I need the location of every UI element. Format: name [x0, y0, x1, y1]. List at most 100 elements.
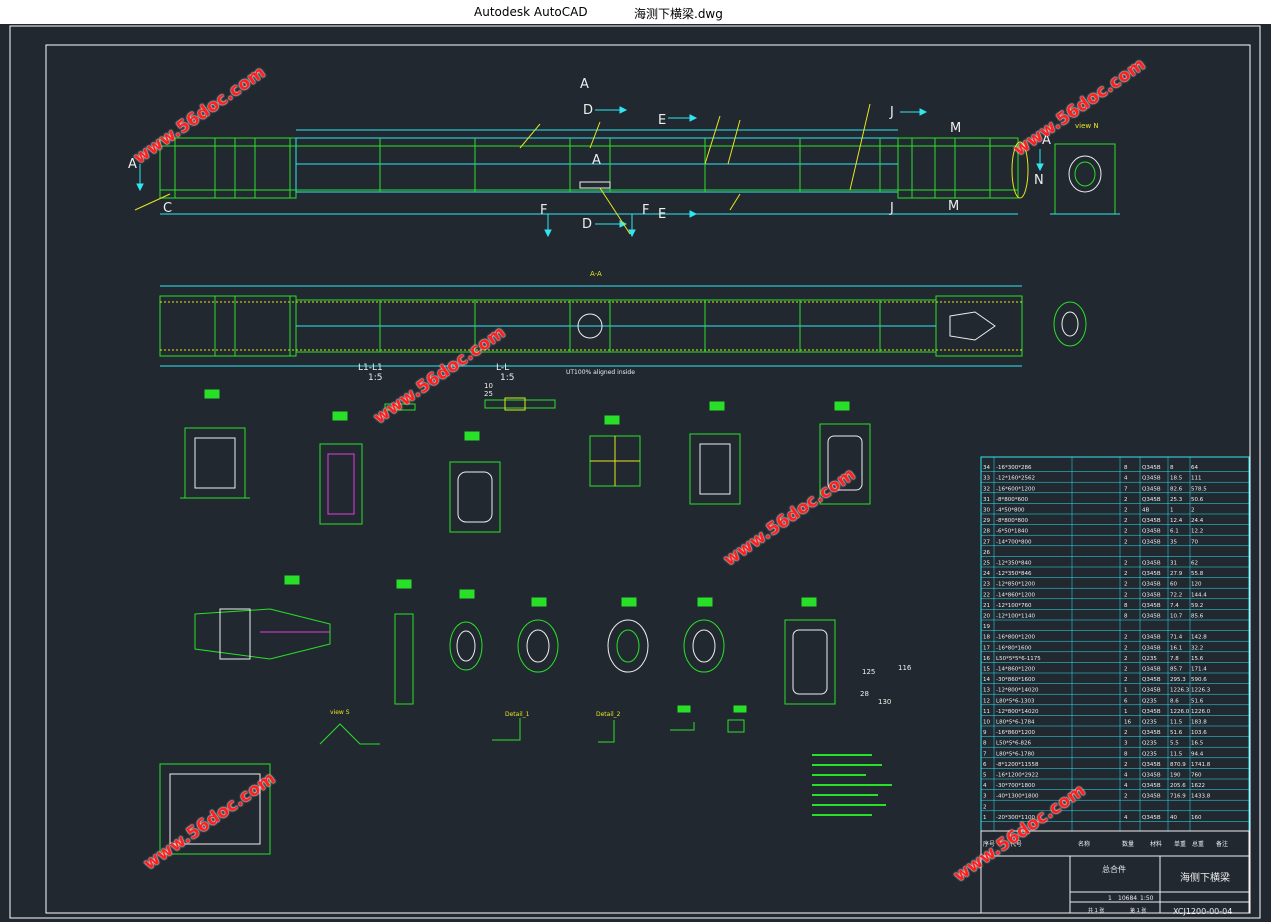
bom-name: -40*1300*1800	[996, 794, 1039, 800]
bom-unit-weight: 295.3	[1170, 677, 1186, 683]
bom-no: 13	[983, 688, 990, 694]
bom-material: Q235	[1142, 698, 1157, 704]
bom-material: Q345B	[1142, 730, 1161, 736]
bom-material: Q345B	[1142, 529, 1161, 535]
svg-text:1:5: 1:5	[500, 373, 514, 383]
bom-material: Q345B	[1142, 645, 1161, 651]
bom-unit-weight: 18.5	[1170, 476, 1183, 482]
bom-no: 5	[983, 773, 987, 779]
bom-unit-weight: 82.6	[1170, 486, 1183, 492]
bom-total-weight: 2	[1191, 508, 1195, 514]
file-name: 海测下横梁.dwg	[634, 7, 723, 21]
scale-value: 1:50	[1140, 895, 1154, 902]
bom-name: -12*100*760	[996, 603, 1032, 609]
bom-total-weight: 160	[1191, 815, 1202, 821]
view-n[interactable]: view N	[1050, 122, 1120, 215]
bom-qty: 4	[1124, 815, 1128, 821]
svg-text:L1-L1: L1-L1	[358, 363, 383, 373]
bom-row: 17 -16*80*1600 2 Q345B 16.1 32.2	[981, 645, 1249, 653]
svg-text:D: D	[583, 103, 593, 118]
bom-name: -12*100*1140	[996, 614, 1035, 620]
bom-row: 26	[981, 550, 1249, 557]
bom-table[interactable]: 34 -16*300*286 8 Q345B 8 6433 -12*160*2562 4 Q34…	[980, 456, 1250, 848]
svg-text:10: 10	[484, 382, 493, 390]
svg-text:25: 25	[484, 390, 493, 398]
bom-total-weight: 64	[1191, 465, 1198, 471]
bom-qty: 2	[1124, 529, 1128, 535]
cross-sections-row2[interactable]	[194, 575, 836, 705]
bom-material: Q345B	[1142, 603, 1161, 609]
svg-text:D: D	[582, 217, 592, 232]
bom-no: 11	[983, 709, 990, 715]
bom-no: 30	[983, 508, 990, 514]
bom-total-weight: 51.6	[1191, 698, 1204, 704]
bom-material: Q345B	[1142, 773, 1161, 779]
bom-unit-weight: 11.5	[1170, 720, 1183, 726]
app-name: Autodesk AutoCAD	[474, 5, 588, 19]
bom-unit-weight: 8	[1170, 465, 1174, 471]
bom-no: 21	[983, 603, 990, 609]
svg-text:Detail_2: Detail_2	[596, 711, 621, 718]
bom-total-weight: 142.8	[1191, 635, 1207, 641]
bom-name: -12*850*1200	[996, 582, 1035, 588]
beam-section-aa[interactable]: A-A	[159, 270, 1087, 367]
bom-name: -12*800*14020	[996, 688, 1039, 694]
bom-no: 3	[983, 794, 987, 800]
bom-unit-weight: 205.6	[1170, 783, 1186, 789]
bom-material: Q345B	[1142, 783, 1161, 789]
notes-block	[812, 754, 892, 816]
bom-row: 8 L50*5*6-826 3 Q235 5.5 16.5	[981, 741, 1249, 748]
svg-text:N: N	[1034, 173, 1044, 188]
bom-qty: 6	[1124, 698, 1128, 704]
bom-material: Q235	[1142, 751, 1157, 757]
bom-unit-weight: 11.5	[1170, 751, 1183, 757]
bom-unit-weight: 51.6	[1170, 730, 1183, 736]
bom-qty: 2	[1124, 645, 1128, 651]
svg-text:J: J	[889, 201, 894, 216]
bom-no: 7	[983, 751, 987, 757]
bom-name: -14*700*800	[996, 539, 1032, 545]
bom-no: 8	[983, 741, 987, 747]
bom-unit-weight: 72.2	[1170, 592, 1182, 598]
bom-qty: 2	[1124, 730, 1128, 736]
cross-sections-row1[interactable]	[180, 389, 871, 533]
svg-text:共 1 张: 共 1 张	[1088, 907, 1104, 914]
bom-name: L80*5*6-1303	[996, 698, 1035, 704]
bom-no: 12	[983, 698, 990, 704]
bom-row: 13 -12*800*14020 1 Q345B 1226.3 1226.3	[981, 688, 1249, 695]
drawing-canvas[interactable]: A D E J M A C A F F E D J M A N view N A…	[0, 24, 1271, 922]
bom-row: 18 -16*800*1200 2 Q345B 71.4 142.8	[981, 635, 1249, 642]
bom-material: Q345B	[1142, 561, 1161, 567]
svg-text:E: E	[658, 207, 666, 222]
bom-total-weight: 760	[1191, 773, 1202, 779]
bom-qty: 2	[1124, 582, 1128, 588]
bom-row: 32 -16*600*1200 7 Q345B 82.6 578.5	[981, 486, 1249, 494]
bom-name: -16*80*1600	[996, 645, 1032, 651]
bom-material: Q345B	[1142, 539, 1161, 545]
bottom-details[interactable]: view S Detail_1 Detail_2	[159, 705, 747, 855]
bom-name: -8*800*600	[996, 497, 1028, 503]
bom-unit-weight: 1	[1170, 508, 1174, 514]
bom-material: Q235	[1142, 741, 1157, 747]
bom-unit-weight: 8.6	[1170, 698, 1179, 704]
beam-elevation[interactable]	[159, 129, 1029, 215]
bom-material: Q235	[1142, 720, 1157, 726]
bom-row: 12 L80*5*6-1303 6 Q235 8.6 51.6	[981, 698, 1249, 706]
bom-qty: 8	[1124, 751, 1128, 757]
bom-qty: 2	[1124, 656, 1128, 662]
weight-value: 10684	[1118, 895, 1137, 902]
bom-material: Q345B	[1142, 614, 1161, 620]
bom-row: 34 -16*300*286 8 Q345B 8 64	[981, 465, 1249, 472]
bom-unit-weight: 6.1	[1170, 529, 1179, 535]
svg-text:J: J	[889, 105, 894, 120]
bom-qty: 4	[1124, 783, 1128, 789]
bom-unit-weight: 25.3	[1170, 497, 1183, 503]
bom-name: -30*860*1600	[996, 677, 1035, 683]
svg-text:M: M	[948, 199, 959, 214]
bom-material: Q345B	[1142, 688, 1161, 694]
bom-qty: 2	[1124, 497, 1128, 503]
bom-row: 23 -12*850*1200 2 Q345B 60 120	[981, 582, 1249, 589]
bom-qty: 3	[1124, 741, 1128, 747]
bom-total-weight: 578.5	[1191, 486, 1207, 492]
bom-qty: 4	[1124, 476, 1128, 482]
